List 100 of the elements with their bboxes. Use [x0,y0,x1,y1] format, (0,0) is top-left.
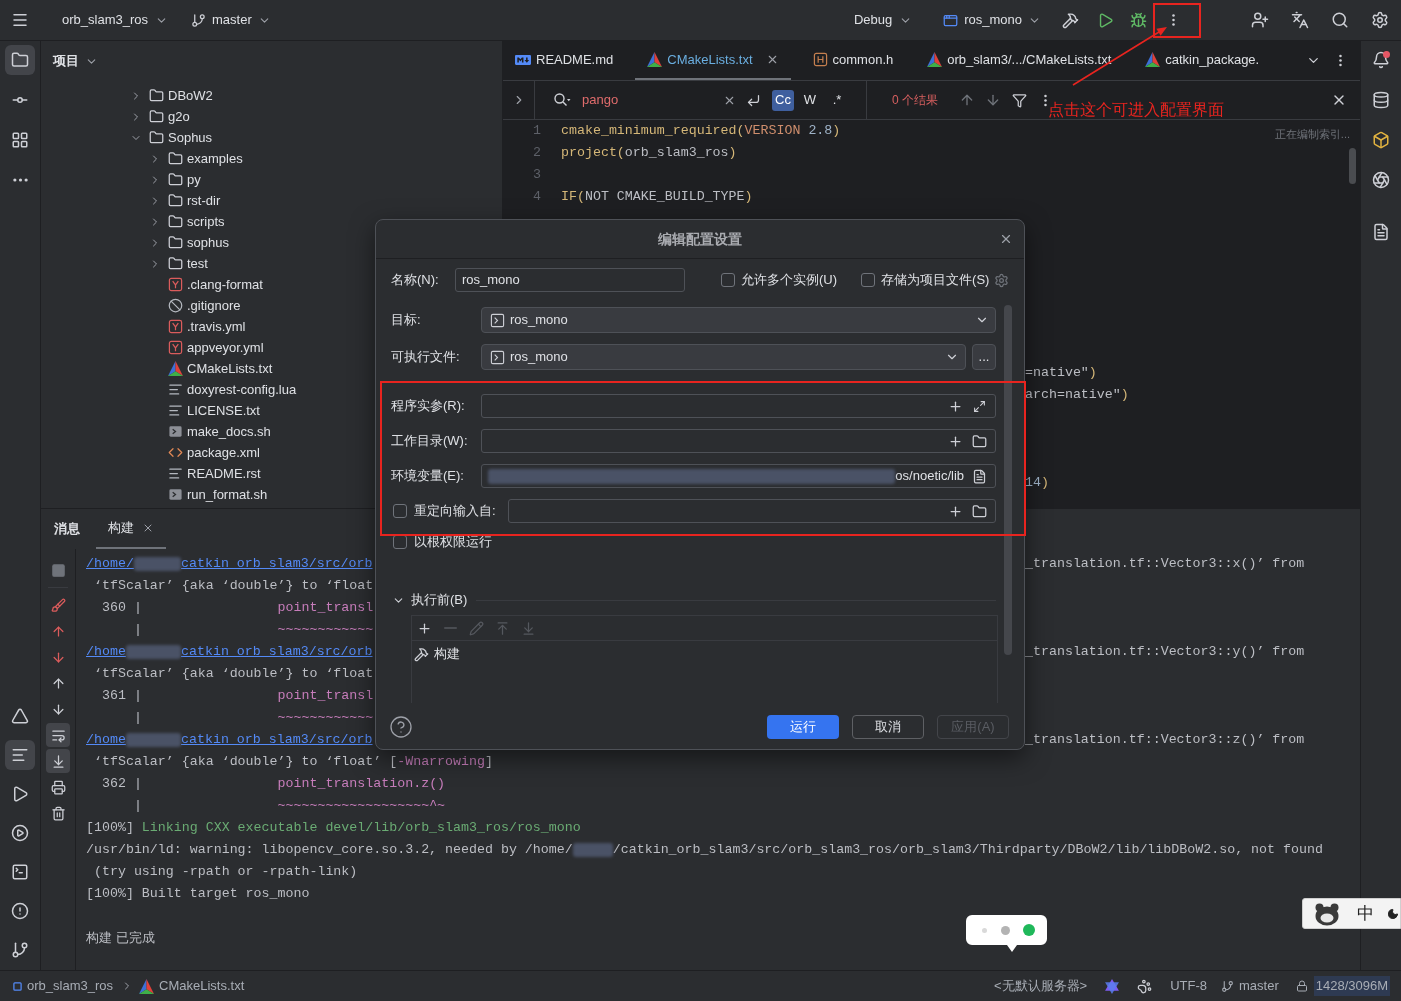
input-field[interactable]: os/noetic/lib [481,464,996,488]
editor-tab[interactable]: common.h [800,41,906,80]
tree-item-label[interactable]: py [187,169,201,190]
play-circle-icon [11,824,29,842]
folder-icon [168,172,183,187]
tree-item-label[interactable]: LICENSE.txt [187,400,260,421]
field-label: 工作目录(W): [391,432,468,451]
checkbox[interactable] [861,273,876,287]
checkbox[interactable] [393,504,407,518]
build-toolbar-button[interactable] [46,723,70,747]
editor-tab[interactable]: CMakeLists.txt [635,41,791,80]
checkbox-label[interactable]: 存储为项目文件(S) [881,270,990,290]
target-dropdown[interactable]: ros_mono [481,307,996,333]
tool-window-button[interactable] [5,740,35,770]
tree-item-label[interactable]: .travis.yml [187,316,246,337]
scrollbar-thumb[interactable] [1004,305,1012,655]
build-toolbar-button[interactable] [46,749,70,773]
build-config-selector[interactable]: Debug [847,7,919,33]
build-status: 构建 已完成 [86,929,155,948]
dialog-title: 编辑配置设置 [658,229,742,249]
project-selector[interactable]: orb_slam3_ros [55,7,175,33]
field-label: 环境变量(E): [391,467,464,486]
tool-window-tab[interactable]: 构建 [96,509,166,549]
close-icon[interactable] [142,522,154,534]
checkbox[interactable] [393,535,407,549]
tree-item-label[interactable]: .clang-format [187,274,263,295]
executable-dropdown[interactable]: ros_mono [481,344,966,370]
breadcrumb-item[interactable]: orb_slam3_ros [13,976,113,996]
input-mode-label[interactable]: 中 [1357,900,1374,927]
terminal-icon [490,349,505,365]
input-field[interactable] [481,394,996,418]
tree-item-label[interactable]: test [187,253,208,274]
search-field[interactable]: pango [553,81,736,119]
tree-item-label[interactable]: Sophus [168,127,213,148]
branch-selector[interactable]: master [185,7,277,33]
hammer-icon [1061,11,1079,29]
tree-item-label[interactable]: scripts [187,211,225,232]
paw-icon[interactable] [1137,978,1153,994]
folder-icon [149,88,164,103]
file-path-link[interactable]: /home catkin_orb_slam3/src/orb [86,642,373,662]
tree-item-label[interactable]: package.xml [187,442,260,463]
dialog-button[interactable]: 取消 [852,715,924,739]
tree-item-label[interactable]: sophus [187,232,229,253]
tree-item-label[interactable]: rst-dir [187,190,221,211]
tree-item-label[interactable]: doxyrest-config.lua [187,379,297,400]
search-option-toggle[interactable]: W [799,89,821,111]
tree-item-label[interactable]: examples [187,148,243,169]
tree-item-label[interactable]: README.rst [187,463,261,484]
section-title[interactable]: 执行前(B) [411,590,468,610]
encoding-selector[interactable]: UTF-8 [1170,976,1207,996]
tree-item-label[interactable]: run_format.sh [187,484,268,505]
editor-tab[interactable]: orb_slam3/.../CMakeLists.txt [915,41,1124,80]
output-text: _translation.tf::Vector3::z()’ from [1025,731,1305,750]
input-field[interactable] [481,429,996,453]
browse-button[interactable]: ... [972,344,996,370]
tree-item-label[interactable]: .gitignore [187,295,241,316]
tree-item-label[interactable]: make_docs.sh [187,421,271,442]
project-view-selector[interactable]: 项目 [53,51,98,71]
dialog-button[interactable]: 运行 [767,715,839,739]
checkbox-label[interactable]: 允许多个实例(U) [741,270,838,290]
newline-option-button[interactable] [745,92,761,108]
checkbox-label[interactable]: 以根权限运行 [414,532,492,552]
tool-window-button[interactable] [5,45,35,75]
help-button[interactable] [389,715,413,739]
scrollbar-thumb[interactable] [1349,148,1356,184]
tree-item-label[interactable]: CMakeLists.txt [187,358,273,379]
settings-icon [994,272,1010,288]
name-field[interactable]: ros_mono [455,268,685,292]
input-field[interactable] [508,499,996,523]
code-line: cmake_minimum_required(VERSION 2.8) [561,122,841,141]
bear-face-icon[interactable] [1314,901,1340,926]
moon-icon[interactable] [1387,906,1399,921]
output-line: (try using -rpath or -rpath-link) [94,863,358,882]
pencil-icon [468,620,484,636]
folder-icon [149,130,164,145]
hexagram-icon[interactable] [1105,978,1120,994]
search-option-toggle[interactable]: Cc [772,89,794,111]
memory-indicator[interactable]: 1428/3096M [1313,976,1390,996]
hammer-icon [414,646,429,662]
file-path-link[interactable]: /home/ catkin_orb_slam3/src/orb [86,554,373,574]
lock-icon[interactable] [1295,980,1308,992]
editor-tab[interactable]: catkin_package. [1133,41,1272,80]
document-icon [972,468,987,484]
run-config-selector[interactable]: ros_mono [938,7,1046,33]
breadcrumb-item[interactable]: CMakeLists.txt [139,976,245,996]
more-icon [1043,93,1047,107]
search-icon[interactable] [553,92,571,108]
filter-button[interactable] [1010,91,1028,109]
server-selector[interactable]: <无默认服务器> [993,976,1088,996]
file-path-link[interactable]: /home catkin_orb_slam3/src/orb [86,730,373,750]
checkbox[interactable] [721,273,735,287]
checkbox-label[interactable]: 重定向输入自: [414,501,496,521]
task-item[interactable]: 构建 [434,644,460,664]
output-line: | ~~~~~~~~~~~~~~~~~~~^~ [133,797,446,816]
tree-item-label[interactable]: appveyor.yml [187,337,264,358]
branch-widget[interactable]: master [1221,976,1279,996]
tree-item-label[interactable]: g2o [168,106,190,127]
editor-tab[interactable]: README.md [503,41,626,80]
tree-item-label[interactable]: DBoW2 [168,85,213,106]
search-option-toggle[interactable]: .* [826,89,848,111]
